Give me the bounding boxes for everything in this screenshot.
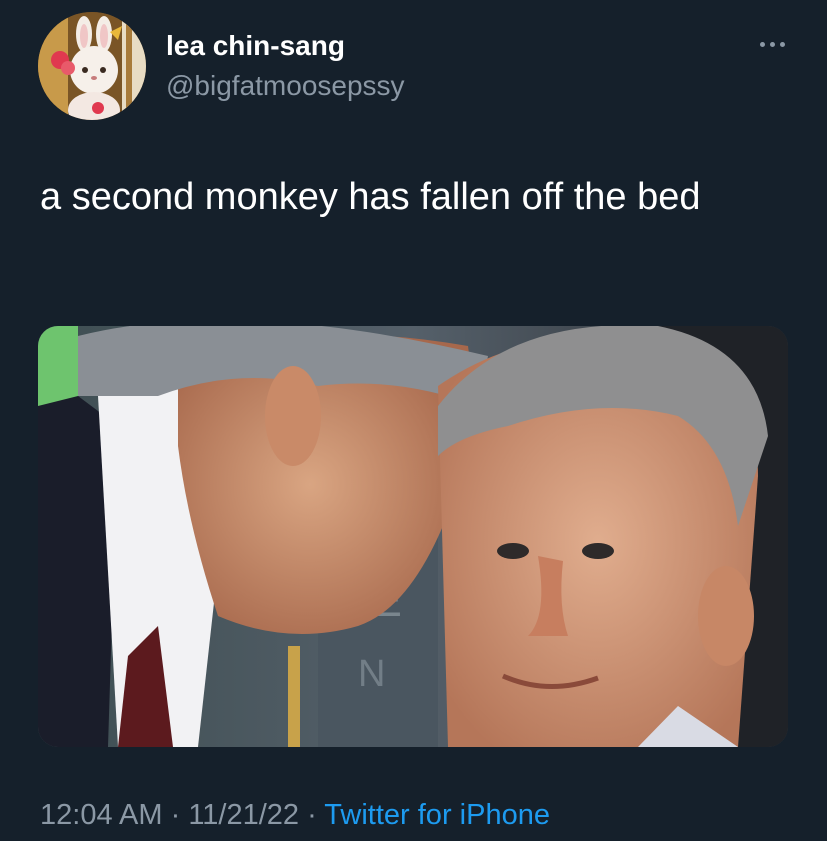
separator: ·	[162, 799, 189, 831]
display-name[interactable]: lea chin-sang	[166, 31, 345, 61]
user-handle[interactable]: @bigfatmoosepssy	[166, 71, 405, 101]
tweet-source-link[interactable]: Twitter for iPhone	[324, 799, 550, 831]
dot	[779, 41, 785, 47]
dot	[769, 41, 775, 47]
photo-two-men-whispering: RE N	[38, 326, 788, 747]
separator: ·	[299, 799, 325, 831]
dot	[759, 41, 765, 47]
avatar[interactable]	[38, 12, 146, 120]
tweet-header: lea chin-sang @bigfatmoosepssy	[38, 12, 787, 120]
svg-text:N: N	[358, 653, 385, 695]
tweet-time[interactable]: 12:04 AM	[40, 799, 163, 831]
more-options-icon[interactable]	[757, 38, 787, 50]
tweet-meta: 12:04 AM · 11/21/22 · Twitter for iPhone	[40, 798, 550, 832]
tweet-text: a second monkey has fallen off the bed	[40, 176, 701, 218]
bunny-plush-avatar	[38, 12, 146, 120]
tweet-image[interactable]: RE N	[38, 326, 788, 747]
tweet: lea chin-sang @bigfatmoosepssy a second …	[0, 0, 827, 841]
tweet-date[interactable]: 11/21/22	[188, 799, 299, 831]
